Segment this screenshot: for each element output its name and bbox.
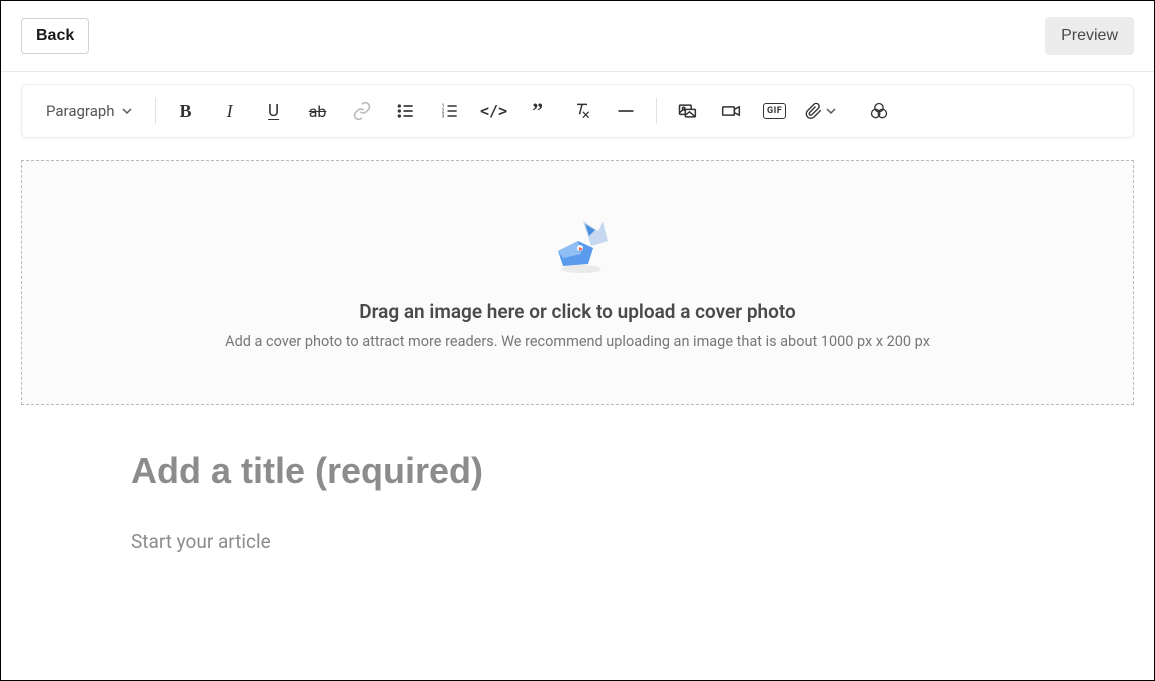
page-header: Back Preview — [1, 1, 1154, 72]
svg-text:3: 3 — [441, 114, 444, 120]
code-block-button[interactable]: </> — [474, 93, 514, 129]
bold-button[interactable]: B — [166, 93, 206, 129]
paragraph-style-label: Paragraph — [46, 102, 115, 120]
strikethrough-button[interactable]: ab — [298, 93, 338, 129]
toolbar-divider — [155, 98, 156, 124]
italic-icon: I — [227, 101, 233, 122]
insert-image-button[interactable] — [667, 93, 707, 129]
article-title-input[interactable] — [131, 450, 1024, 492]
preview-button[interactable]: Preview — [1045, 17, 1134, 55]
cover-dropzone-subtitle: Add a cover photo to attract more reader… — [225, 333, 930, 350]
gif-icon: GIF — [763, 103, 786, 119]
overlap-circles-icon — [869, 101, 889, 121]
toolbar-divider — [656, 98, 657, 124]
paragraph-style-dropdown[interactable]: Paragraph — [34, 96, 145, 126]
video-icon — [721, 101, 741, 121]
paperclip-icon — [805, 101, 823, 121]
code-icon: </> — [480, 102, 507, 120]
bullet-list-icon — [396, 101, 416, 121]
clear-formatting-icon — [572, 101, 592, 121]
chevron-down-icon — [825, 105, 837, 117]
editor-content — [1, 405, 1154, 603]
cover-dropzone-title: Drag an image here or click to upload a … — [359, 300, 796, 323]
bold-icon: B — [180, 101, 192, 122]
numbered-list-icon: 1 2 3 — [440, 101, 460, 121]
editor-toolbar: Paragraph B I U ab — [21, 84, 1134, 138]
underline-icon: U — [268, 101, 279, 121]
image-icon — [677, 101, 697, 121]
strikethrough-icon: ab — [309, 102, 327, 121]
link-icon — [352, 101, 372, 121]
horizontal-rule-icon — [616, 101, 636, 121]
link-button[interactable] — [342, 93, 382, 129]
chevron-down-icon — [121, 105, 133, 117]
clear-formatting-button[interactable] — [562, 93, 602, 129]
insert-gif-button[interactable]: GIF — [755, 93, 795, 129]
bullet-list-button[interactable] — [386, 93, 426, 129]
underline-button[interactable]: U — [254, 93, 294, 129]
italic-button[interactable]: I — [210, 93, 250, 129]
numbered-list-button[interactable]: 1 2 3 — [430, 93, 470, 129]
toolbar-container: Paragraph B I U ab — [1, 72, 1154, 138]
back-button[interactable]: Back — [21, 18, 89, 54]
more-options-button[interactable] — [859, 93, 899, 129]
upload-illustration — [543, 216, 613, 276]
insert-video-button[interactable] — [711, 93, 751, 129]
article-body-input[interactable] — [131, 530, 1024, 599]
horizontal-rule-button[interactable] — [606, 93, 646, 129]
attachment-dropdown[interactable] — [799, 97, 843, 125]
blockquote-button[interactable]: ” — [518, 93, 558, 129]
cover-photo-dropzone[interactable]: Drag an image here or click to upload a … — [21, 160, 1134, 405]
